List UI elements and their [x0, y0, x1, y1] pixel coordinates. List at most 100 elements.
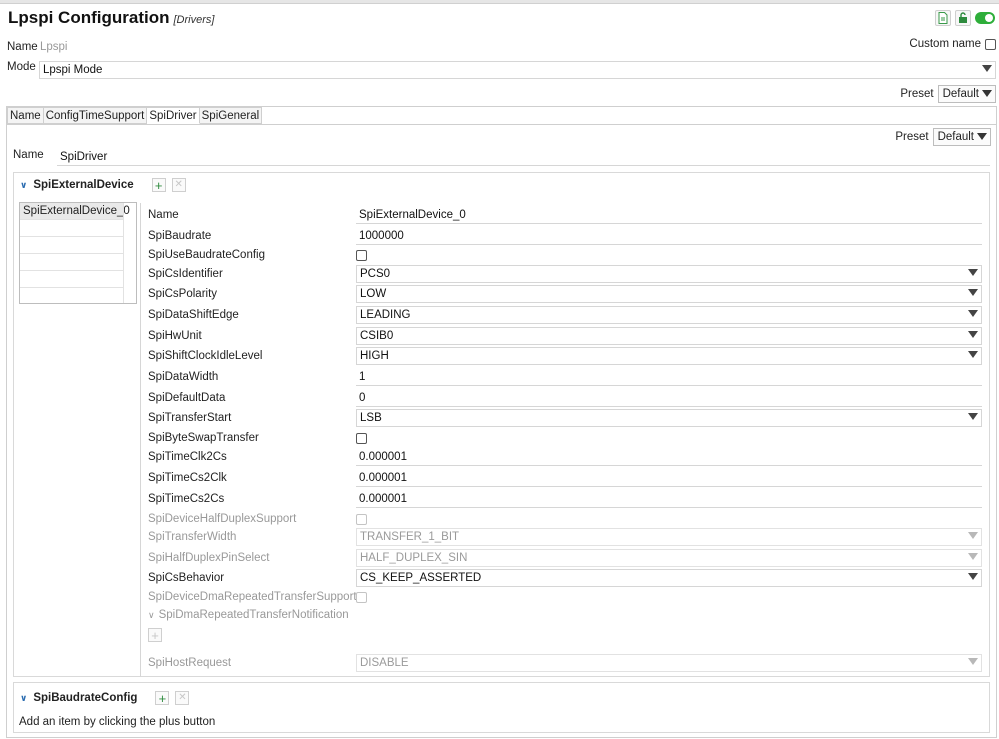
- prop-value: LOW: [360, 288, 387, 300]
- prop-row-byteswaptransfer: SpiByteSwapTransfer: [148, 429, 367, 447]
- chevron-down-icon: [968, 310, 978, 317]
- preset-label: Preset: [900, 88, 934, 100]
- tab-configtimesupport[interactable]: ConfigTimeSupport: [43, 107, 148, 124]
- prop-field-timeclk2cs[interactable]: 0.000001: [356, 448, 982, 466]
- chevron-down-icon: [968, 269, 978, 276]
- prop-row-transferwidth: SpiTransferWidth TRANSFER_1_BIT: [148, 528, 982, 546]
- property-divider: [140, 203, 141, 677]
- list-item-empty: [20, 254, 123, 271]
- prop-row-timeclk2cs: SpiTimeClk2Cs 0.000001: [148, 448, 982, 466]
- list-item-empty: [20, 237, 123, 254]
- chevron-down-icon: [968, 351, 978, 358]
- custom-name-row: Custom name: [909, 38, 996, 50]
- custom-name-checkbox[interactable]: [985, 38, 996, 50]
- prop-value: 1000000: [359, 229, 404, 242]
- prop-value: 0.000001: [359, 471, 407, 484]
- prop-value: TRANSFER_1_BIT: [360, 531, 460, 543]
- prop-row-timecs2clk: SpiTimeCs2Clk 0.000001: [148, 469, 982, 487]
- prop-label: SpiTimeClk2Cs: [148, 451, 227, 463]
- preset-top: Preset Default: [900, 85, 996, 103]
- external-device-list[interactable]: SpiExternalDevice_0: [19, 202, 137, 304]
- prop-value: 1: [359, 370, 366, 383]
- prop-label: SpiHostRequest: [148, 657, 232, 669]
- unlock-icon[interactable]: [955, 10, 971, 26]
- tab-divider: [7, 124, 996, 125]
- prop-value: SpiExternalDevice_0: [359, 208, 466, 221]
- baudrate-config-header[interactable]: ∨ SpiBaudrateConfig + ✕: [20, 691, 190, 705]
- dma-notification-header: ∨ SpiDmaRepeatedTransferNotification: [148, 606, 349, 624]
- document-icon[interactable]: [935, 10, 951, 26]
- prop-select-csidentifier[interactable]: PCS0: [356, 265, 982, 283]
- list-item[interactable]: SpiExternalDevice_0: [20, 203, 130, 220]
- tab-spidriver[interactable]: SpiDriver: [147, 107, 200, 124]
- prop-row-cspolarity: SpiCsPolarity LOW: [148, 285, 982, 303]
- chevron-down-icon: [968, 331, 978, 338]
- toggle-on-icon[interactable]: [975, 12, 995, 24]
- chevron-down-icon[interactable]: ∨: [20, 693, 27, 704]
- prop-select-shiftclockidlelevel[interactable]: HIGH: [356, 347, 982, 365]
- prop-select-hwunit[interactable]: CSIB0: [356, 327, 982, 345]
- page-subtitle: [Drivers]: [173, 14, 215, 26]
- tab-spigeneral[interactable]: SpiGeneral: [199, 107, 263, 124]
- preset-value: Default: [942, 88, 979, 100]
- preset-inner-label: Preset: [895, 131, 929, 143]
- prop-row-dmarepeatedtransfersupport: SpiDeviceDmaRepeatedTransferSupport: [148, 588, 367, 606]
- driver-name-field[interactable]: SpiDriver: [57, 148, 990, 166]
- prop-label: SpiTransferWidth: [148, 531, 237, 543]
- driver-name-value: SpiDriver: [60, 150, 108, 163]
- prop-value: PCS0: [360, 268, 391, 280]
- prop-value: CS_KEEP_ASSERTED: [360, 572, 482, 584]
- prop-label: SpiByteSwapTransfer: [148, 432, 259, 444]
- prop-select-transferstart[interactable]: LSB: [356, 409, 982, 427]
- prop-select-csbehavior[interactable]: CS_KEEP_ASSERTED: [356, 569, 982, 587]
- prop-label: SpiTimeCs2Cs: [148, 493, 225, 505]
- remove-button[interactable]: ✕: [175, 691, 190, 705]
- prop-checkbox-byteswaptransfer[interactable]: [356, 432, 367, 444]
- prop-value: DISABLE: [360, 657, 409, 669]
- add-button[interactable]: +: [151, 178, 166, 192]
- chevron-down-icon[interactable]: ∨: [20, 180, 27, 191]
- prop-label: SpiDeviceDmaRepeatedTransferSupport: [148, 591, 357, 603]
- prop-value: HIGH: [360, 350, 389, 362]
- chevron-down-icon: [968, 658, 978, 665]
- editor-tab-strip: [0, 0, 999, 4]
- chevron-down-icon: [977, 133, 987, 140]
- prop-field-datawidth[interactable]: 1: [356, 368, 982, 386]
- prop-label: SpiDefaultData: [148, 392, 226, 404]
- header-actions: [935, 10, 995, 26]
- prop-select-cspolarity[interactable]: LOW: [356, 285, 982, 303]
- prop-row-csidentifier: SpiCsIdentifier PCS0: [148, 265, 982, 283]
- prop-field-defaultdata[interactable]: 0: [356, 389, 982, 407]
- baudrate-config-title: SpiBaudrateConfig: [33, 692, 138, 704]
- prop-row-usebaudrateconfig: SpiUseBaudrateConfig: [148, 246, 367, 264]
- preset-inner-value: Default: [937, 131, 974, 143]
- chevron-down-icon: [968, 532, 978, 539]
- prop-field-timecs2clk[interactable]: 0.000001: [356, 469, 982, 487]
- prop-label: SpiTimeCs2Clk: [148, 472, 227, 484]
- prop-field-name[interactable]: SpiExternalDevice_0: [356, 206, 982, 224]
- prop-row-halfduplexpinselect: SpiHalfDuplexPinSelect HALF_DUPLEX_SIN: [148, 549, 982, 567]
- mode-value: Lpspi Mode: [43, 64, 103, 76]
- preset-inner-select[interactable]: Default: [932, 128, 991, 146]
- prop-select-halfduplexpinselect: HALF_DUPLEX_SIN: [356, 549, 982, 567]
- prop-value: CSIB0: [360, 330, 394, 342]
- name-row: Name Lpspi: [7, 39, 68, 55]
- tab-name[interactable]: Name: [7, 107, 44, 124]
- prop-row-shiftclockidlelevel: SpiShiftClockIdleLevel HIGH: [148, 347, 982, 365]
- name-value: Lpspi: [40, 41, 68, 53]
- prop-select-datashiftedge[interactable]: LEADING: [356, 306, 982, 324]
- mode-select[interactable]: Lpspi Mode: [39, 61, 996, 79]
- prop-field-timecs2cs[interactable]: 0.000001: [356, 490, 982, 508]
- prop-row-halfduplexsupport: SpiDeviceHalfDuplexSupport: [148, 510, 367, 528]
- list-item-empty: [20, 271, 123, 288]
- remove-button[interactable]: ✕: [171, 178, 186, 192]
- external-device-header[interactable]: ∨ SpiExternalDevice + ✕: [20, 178, 186, 192]
- add-button[interactable]: +: [155, 691, 170, 705]
- custom-name-label: Custom name: [909, 38, 981, 50]
- preset-select[interactable]: Default: [937, 85, 996, 103]
- baudrate-config-hint: Add an item by clicking the plus button: [19, 716, 216, 728]
- mode-row: Mode: [7, 61, 39, 73]
- prop-field-baudrate[interactable]: 1000000: [356, 227, 982, 245]
- prop-checkbox-usebaudrateconfig[interactable]: [356, 249, 367, 261]
- prop-row-defaultdata: SpiDefaultData 0: [148, 389, 982, 407]
